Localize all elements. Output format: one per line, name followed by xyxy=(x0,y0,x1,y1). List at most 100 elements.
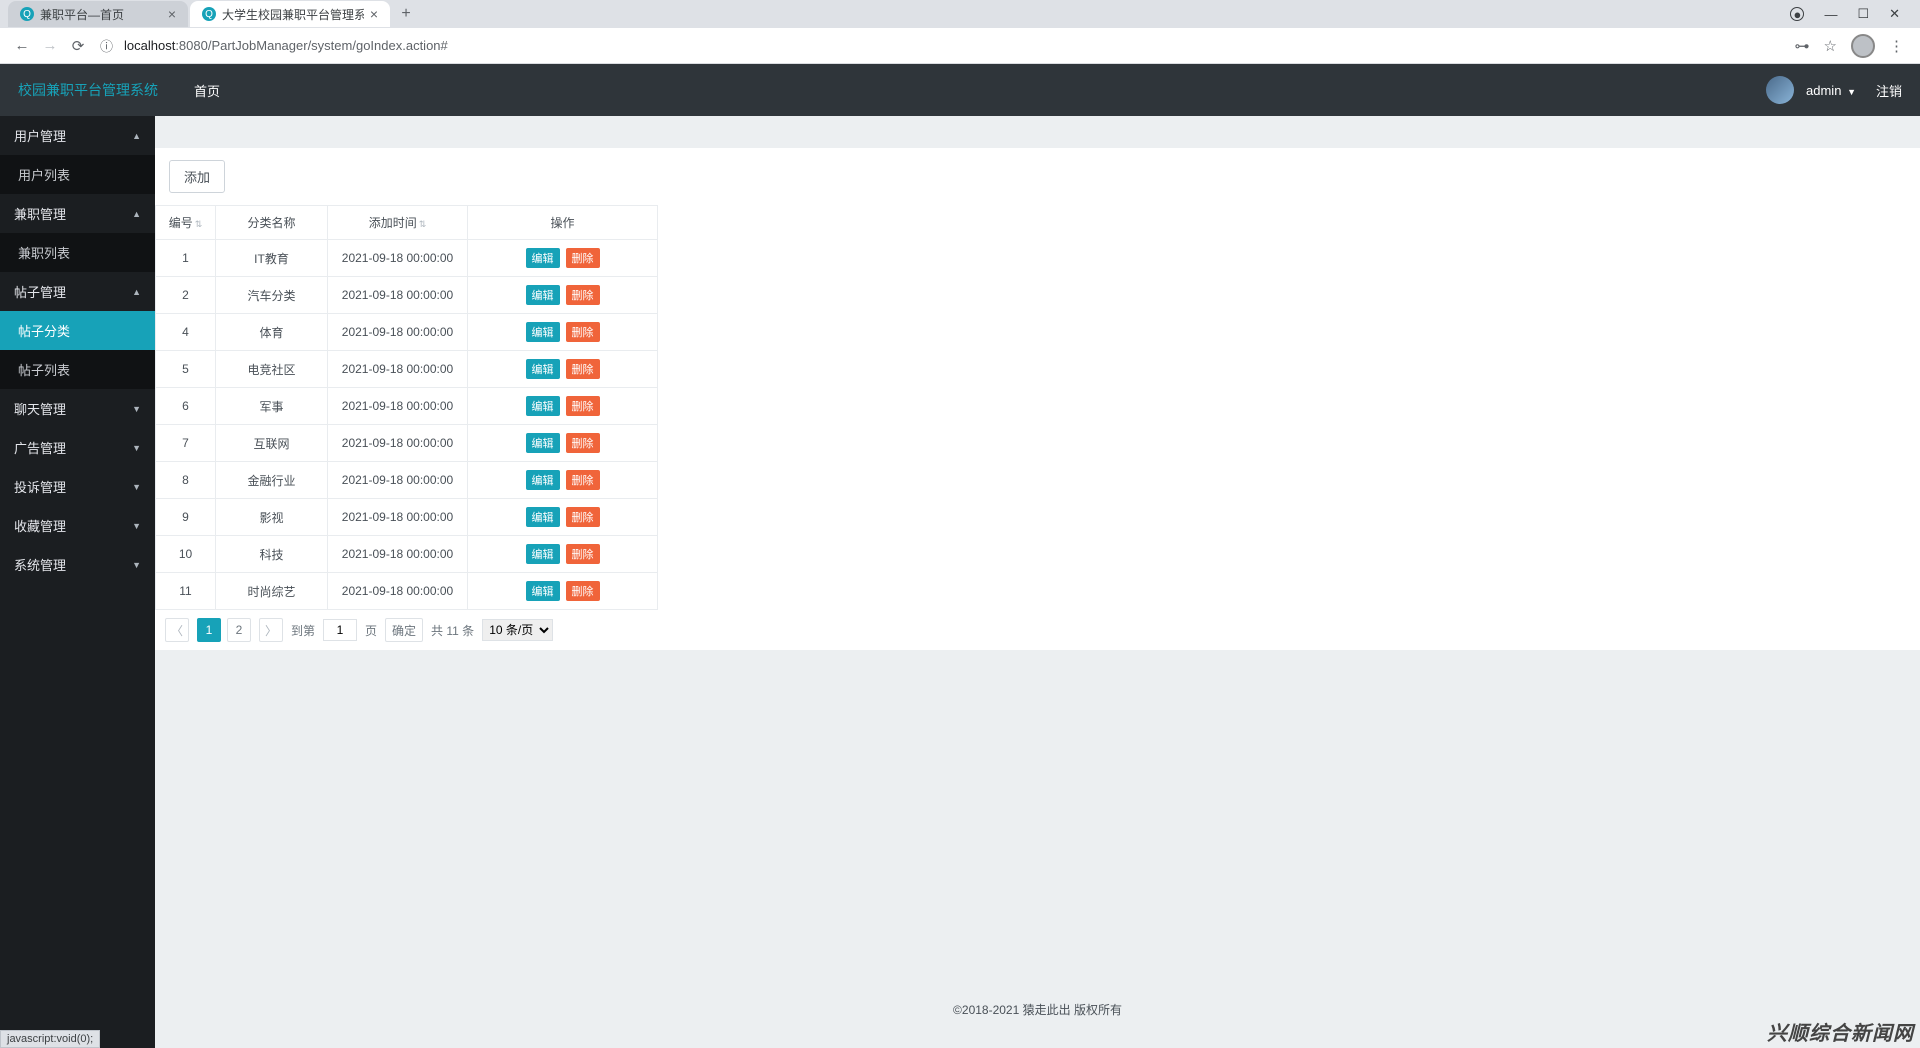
cell-time: 2021-09-18 00:00:00 xyxy=(328,573,468,610)
bookmark-icon[interactable]: ☆ xyxy=(1824,37,1837,55)
site-info-icon[interactable]: ⓘ xyxy=(100,36,118,55)
sidebar-group[interactable]: 系统管理▼ xyxy=(0,545,155,584)
tab-close-icon[interactable]: × xyxy=(168,6,176,22)
menu-label: 广告管理 xyxy=(14,438,66,457)
edit-button[interactable]: 编辑 xyxy=(526,359,560,379)
key-icon[interactable]: ⊶ xyxy=(1795,37,1810,55)
user-menu[interactable]: admin ▼ xyxy=(1806,83,1856,98)
browser-tab[interactable]: Q大学生校园兼职平台管理系统× xyxy=(190,1,390,27)
caret-down-icon: ▼ xyxy=(132,404,141,414)
delete-button[interactable]: 删除 xyxy=(566,581,600,601)
minimize-icon[interactable]: — xyxy=(1824,7,1837,22)
tab-favicon-icon: Q xyxy=(202,7,216,21)
url-input[interactable]: ⓘ localhost:8080/PartJobManager/system/g… xyxy=(100,32,1787,60)
cell-id: 6 xyxy=(156,388,216,425)
maximize-icon[interactable]: ☐ xyxy=(1857,6,1869,22)
table-row: 7互联网2021-09-18 00:00:00编辑删除 xyxy=(156,425,658,462)
back-button[interactable]: ← xyxy=(8,32,36,60)
caret-down-icon: ▼ xyxy=(132,560,141,570)
cell-name: 金融行业 xyxy=(216,462,328,499)
kebab-menu-icon[interactable]: ⋮ xyxy=(1889,37,1904,55)
logout-link[interactable]: 注销 xyxy=(1876,81,1902,100)
th-time[interactable]: 添加时间⇅ xyxy=(328,206,468,240)
delete-button[interactable]: 删除 xyxy=(566,248,600,268)
edit-button[interactable]: 编辑 xyxy=(526,544,560,564)
menu-label: 帖子列表 xyxy=(18,360,70,379)
edit-button[interactable]: 编辑 xyxy=(526,396,560,416)
sidebar-group[interactable]: 聊天管理 ▼ xyxy=(0,389,155,428)
caret-up-icon: ▲ xyxy=(132,287,141,297)
delete-button[interactable]: 删除 xyxy=(566,470,600,490)
top-navbar: 校园兼职平台管理系统 首页 admin ▼ 注销 xyxy=(0,64,1920,116)
sidebar-group[interactable]: 广告管理▼ xyxy=(0,428,155,467)
goto-page-input[interactable] xyxy=(323,619,357,641)
th-id[interactable]: 编号⇅ xyxy=(156,206,216,240)
delete-button[interactable]: 删除 xyxy=(566,322,600,342)
close-window-icon[interactable]: ✕ xyxy=(1889,6,1900,22)
delete-button[interactable]: 删除 xyxy=(566,433,600,453)
delete-button[interactable]: 删除 xyxy=(566,285,600,305)
cell-time: 2021-09-18 00:00:00 xyxy=(328,314,468,351)
edit-button[interactable]: 编辑 xyxy=(526,581,560,601)
browser-status-bar: javascript:void(0); xyxy=(0,1030,100,1048)
cell-time: 2021-09-18 00:00:00 xyxy=(328,462,468,499)
category-table: 编号⇅ 分类名称 添加时间⇅ 操作 1IT教育2021-09-18 00:00:… xyxy=(155,205,658,610)
sidebar-group[interactable]: 兼职管理▲ xyxy=(0,194,155,233)
menu-label: 聊天管理 xyxy=(14,399,66,418)
goto-label: 到第 xyxy=(291,622,315,639)
browser-tab[interactable]: Q兼职平台—首页× xyxy=(8,1,188,27)
url-path: :8080/PartJobManager/system/goIndex.acti… xyxy=(175,38,447,53)
delete-button[interactable]: 删除 xyxy=(566,359,600,379)
sidebar-item[interactable]: 帖子分类 xyxy=(0,311,155,350)
delete-button[interactable]: 删除 xyxy=(566,507,600,527)
sidebar-group[interactable]: 帖子管理▲ xyxy=(0,272,155,311)
caret-up-icon: ▲ xyxy=(132,209,141,219)
sidebar-item[interactable]: 兼职列表 xyxy=(0,233,155,272)
edit-button[interactable]: 编辑 xyxy=(526,322,560,342)
edit-button[interactable]: 编辑 xyxy=(526,285,560,305)
new-tab-button[interactable]: + xyxy=(392,1,420,27)
cell-id: 10 xyxy=(156,536,216,573)
page-size-select[interactable]: 10 条/页 xyxy=(482,619,553,641)
cell-op: 编辑删除 xyxy=(468,277,658,314)
total-count: 共 11 条 xyxy=(431,622,474,639)
page-next-button[interactable]: 〉 xyxy=(259,618,283,642)
menu-label: 用户管理 xyxy=(14,126,66,145)
reload-button[interactable]: ⟳ xyxy=(64,32,92,60)
caret-down-icon: ▼ xyxy=(132,521,141,531)
th-name: 分类名称 xyxy=(216,206,328,240)
sidebar-group[interactable]: 收藏管理▼ xyxy=(0,506,155,545)
cell-id: 1 xyxy=(156,240,216,277)
sidebar-group[interactable]: 投诉管理▼ xyxy=(0,467,155,506)
cell-name: 汽车分类 xyxy=(216,277,328,314)
th-op: 操作 xyxy=(468,206,658,240)
sidebar: 用户管理▲用户列表兼职管理▲兼职列表帖子管理▲帖子分类帖子列表聊天管理▼广告管理… xyxy=(0,116,155,1048)
nav-home[interactable]: 首页 xyxy=(194,81,220,100)
add-button[interactable]: 添加 xyxy=(169,160,225,193)
profile-avatar-icon[interactable] xyxy=(1851,34,1875,58)
edit-button[interactable]: 编辑 xyxy=(526,507,560,527)
page-prev-button[interactable]: 〈 xyxy=(165,618,189,642)
sidebar-group[interactable]: 用户管理▲ xyxy=(0,116,155,155)
table-row: 10科技2021-09-18 00:00:00编辑删除 xyxy=(156,536,658,573)
cell-op: 编辑删除 xyxy=(468,462,658,499)
delete-button[interactable]: 删除 xyxy=(566,396,600,416)
account-dot-icon[interactable]: ● xyxy=(1790,7,1804,22)
page-number-button[interactable]: 1 xyxy=(197,618,221,642)
page-number-button[interactable]: 2 xyxy=(227,618,251,642)
cell-name: 体育 xyxy=(216,314,328,351)
forward-button[interactable]: → xyxy=(36,32,64,60)
goto-confirm-button[interactable]: 确定 xyxy=(385,618,423,642)
sidebar-item[interactable]: 用户列表 xyxy=(0,155,155,194)
tab-close-icon[interactable]: × xyxy=(370,6,378,22)
user-avatar-icon[interactable] xyxy=(1766,76,1794,104)
delete-button[interactable]: 删除 xyxy=(566,544,600,564)
edit-button[interactable]: 编辑 xyxy=(526,470,560,490)
sidebar-item[interactable]: 帖子列表 xyxy=(0,350,155,389)
cell-id: 5 xyxy=(156,351,216,388)
sort-icon: ⇅ xyxy=(419,219,427,229)
edit-button[interactable]: 编辑 xyxy=(526,248,560,268)
cell-time: 2021-09-18 00:00:00 xyxy=(328,351,468,388)
caret-down-icon: ▼ xyxy=(132,482,141,492)
edit-button[interactable]: 编辑 xyxy=(526,433,560,453)
